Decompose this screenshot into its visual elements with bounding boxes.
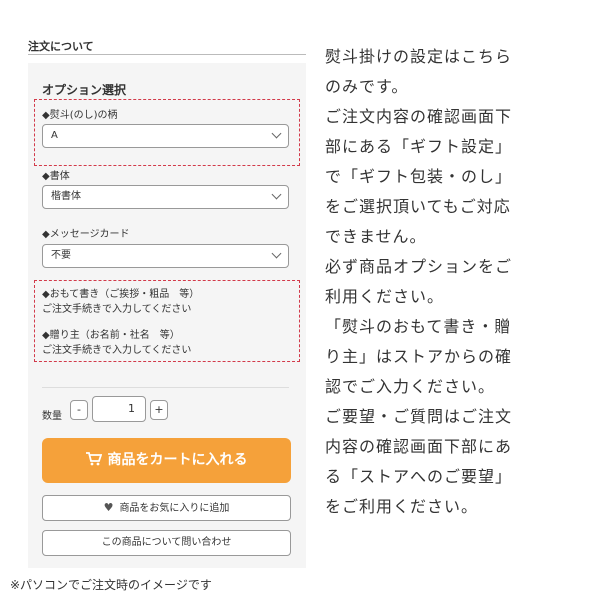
sender-note-title: ◆贈り主（お名前・社名 等） <box>42 330 180 341</box>
typeface-label: ◆書体 <box>42 171 70 182</box>
explanation-line: ご注文内容の確認画面下 <box>325 107 513 126</box>
explanation-line: ご要望・ご質問はご注文 <box>325 407 513 426</box>
explanation-line: 熨斗掛けの設定はこちら <box>325 47 513 66</box>
explanation-line: をご選択頂いてもご対応 <box>325 197 511 216</box>
explanation-line: 認でご入力ください。 <box>325 377 496 396</box>
options-divider <box>42 387 289 388</box>
message-card-value: 不要 <box>51 250 71 261</box>
inquiry-button[interactable]: この商品について問い合わせ <box>42 530 291 556</box>
add-to-favorites-label: 商品をお気に入りに追加 <box>119 503 230 514</box>
add-to-cart-label: 商品をカートに入れる <box>107 452 248 468</box>
explanation-line: り主」はストアからの確 <box>325 347 513 366</box>
option-panel: オプション選択 ◆熨斗(のし)の柄 A ◆書体 楷書体 ◆メッセージカード 不要… <box>28 63 306 568</box>
chevron-down-icon <box>271 128 282 139</box>
typeface-select[interactable]: 楷書体 <box>42 185 289 209</box>
explanation-line: る「ストアへのご要望」 <box>325 467 513 486</box>
noshi-pattern-value: A <box>51 130 58 141</box>
chevron-down-icon <box>271 189 282 200</box>
explanation-line: 内容の確認画面下部にあ <box>325 437 513 456</box>
explanation-line: 必ず商品オプションをご <box>325 257 513 276</box>
explanation-text: 熨斗掛けの設定はこちら のみです。 ご注文内容の確認画面下 部にある「ギフト設定… <box>325 42 575 522</box>
omote-gaki-note-title: ◆おもて書き（ご挨拶・粗品 等） <box>42 289 200 300</box>
quantity-label: 数量 <box>42 411 62 422</box>
explanation-line: 部にある「ギフト設定」 <box>325 137 513 156</box>
options-heading: オプション選択 <box>42 83 127 97</box>
explanation-line: 「熨斗のおもて書き・贈 <box>325 317 512 336</box>
quantity-increment-button[interactable]: + <box>150 400 168 420</box>
quantity-decrement-button[interactable]: - <box>70 400 88 420</box>
noshi-pattern-select[interactable]: A <box>42 124 289 148</box>
explanation-line: で「ギフト包装・のし」 <box>325 167 513 186</box>
section-title: 注文について <box>28 40 94 53</box>
explanation-line: 利用ください。 <box>325 287 445 306</box>
omote-gaki-note-text: ご注文手続きで入力してください <box>42 304 192 315</box>
explanation-line: できません。 <box>325 227 427 246</box>
image-caption: ※パソコンでご注文時のイメージです <box>10 578 212 592</box>
message-card-label: ◆メッセージカード <box>42 229 130 240</box>
typeface-value: 楷書体 <box>51 191 81 202</box>
chevron-down-icon <box>271 248 282 259</box>
quantity-input[interactable]: 1 <box>92 396 146 422</box>
section-divider <box>28 54 306 55</box>
explanation-line: のみです。 <box>325 77 409 96</box>
message-card-select[interactable]: 不要 <box>42 244 289 268</box>
heart-icon: ♥ <box>103 501 114 514</box>
sender-note-text: ご注文手続きで入力してください <box>42 345 192 356</box>
add-to-favorites-button[interactable]: ♥ 商品をお気に入りに追加 <box>42 495 291 521</box>
noshi-pattern-label: ◆熨斗(のし)の柄 <box>42 110 118 121</box>
cart-icon <box>85 452 102 466</box>
explanation-line: をご利用ください。 <box>325 497 479 516</box>
inquiry-label: この商品について問い合わせ <box>101 537 232 548</box>
add-to-cart-button[interactable]: 商品をカートに入れる <box>42 438 291 483</box>
